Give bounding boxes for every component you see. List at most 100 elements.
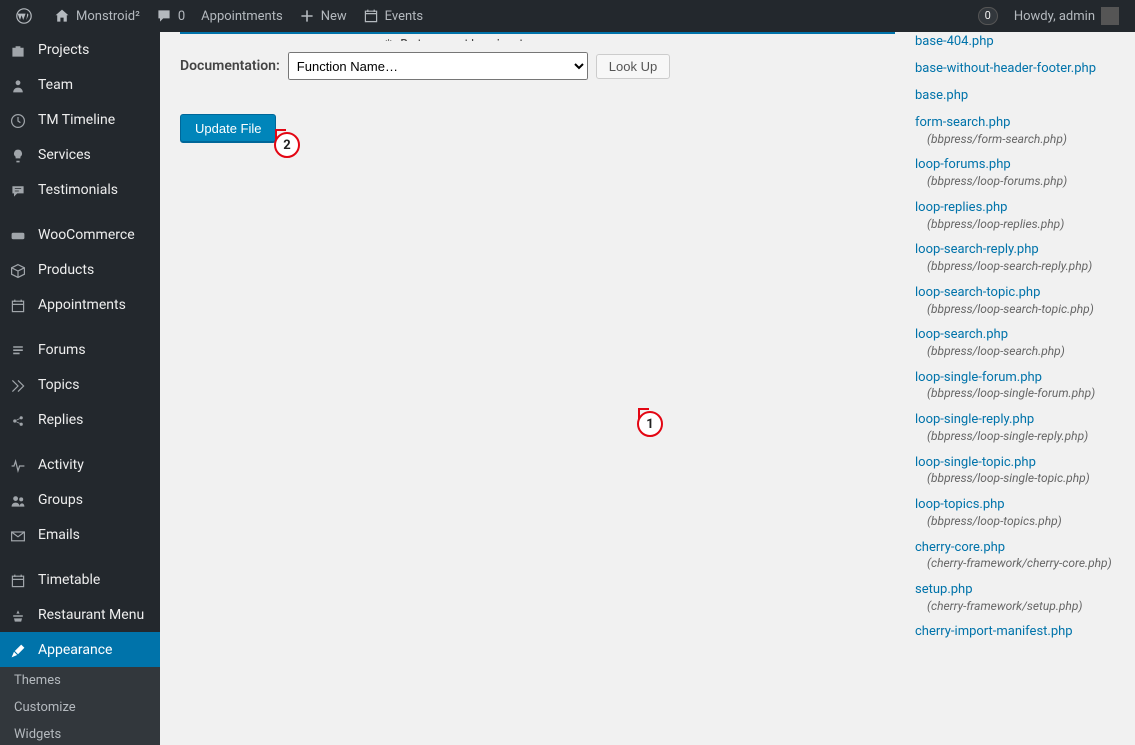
sidebar-item-activity[interactable]: Activity [0,447,160,482]
calendar-icon [10,570,30,589]
file-link[interactable]: loop-single-topic.php [915,455,1115,472]
brush-icon [10,640,30,659]
file-loop-search-reply-php: loop-search-reply.php(bbpress/loop-searc… [915,242,1115,274]
sidebar-item-services[interactable]: Services [0,137,160,172]
sidebar-item-appointments[interactable]: Appointments [0,287,160,322]
clock-icon [10,110,30,129]
portfolio-icon [10,40,30,59]
file-link[interactable]: base-without-header-footer.php [915,61,1115,78]
sidebar-item-forums[interactable]: Forums [0,332,160,367]
notifications[interactable]: 0 [966,0,1006,32]
site-name[interactable]: Monstroid² [46,0,148,32]
update-file-button[interactable]: Update File [180,114,276,143]
sidebar-item-timetable[interactable]: Timetable [0,562,160,597]
sidebar-item-testimonials[interactable]: Testimonials [0,172,160,207]
file-cherry-import-manifest-php: cherry-import-manifest.php [915,624,1115,641]
woo-icon [10,225,30,244]
sidebar-item-products[interactable]: Products [0,252,160,287]
wp-logo[interactable] [8,0,46,32]
documentation-label: Documentation: [180,58,280,74]
file-link[interactable]: base-404.php [915,34,1115,51]
code-editor[interactable]: * Returns the instance. * * @since 1.0.0… [180,32,895,34]
menu-icon [10,605,30,624]
mail-icon [10,525,30,544]
file-path: (bbpress/loop-search-reply.php) [915,259,1115,275]
testimonial-icon [10,180,30,199]
file-link[interactable]: loop-search-reply.php [915,242,1115,259]
submenu-themes[interactable]: Themes [0,667,160,694]
file-link[interactable]: form-search.php [915,115,1115,132]
toolbar-new[interactable]: New [291,0,355,32]
replies-icon [10,410,30,429]
comment-icon [156,8,172,24]
activity-icon [10,455,30,474]
account-menu[interactable]: Howdy, admin [1006,0,1127,32]
howdy-label: Howdy, admin [1014,9,1095,24]
sidebar-item-restaurant-menu[interactable]: Restaurant Menu [0,597,160,632]
file-link[interactable]: loop-search-topic.php [915,285,1115,302]
admin-sidebar: ProjectsTeamTM TimelineServicesTestimoni… [0,32,160,745]
file-loop-replies-php: loop-replies.php(bbpress/loop-replies.ph… [915,200,1115,232]
file-base-without-header-footer-php: base-without-header-footer.php [915,61,1115,78]
sidebar-item-emails[interactable]: Emails [0,517,160,552]
topics-icon [10,375,30,394]
sidebar-item-projects[interactable]: Projects [0,32,160,67]
calendar-icon [10,295,30,314]
editor-area: * Returns the instance. * * @since 1.0.0… [180,32,895,725]
file-link[interactable]: cherry-import-manifest.php [915,624,1115,641]
function-select[interactable]: Function Name… [288,52,588,80]
sidebar-item-topics[interactable]: Topics [0,367,160,402]
sidebar-item-replies[interactable]: Replies [0,402,160,437]
plus-icon [299,8,315,24]
comments-count: 0 [178,9,185,24]
comments[interactable]: 0 [148,0,193,32]
file-form-search-php: form-search.php(bbpress/form-search.php) [915,115,1115,147]
file-link[interactable]: loop-single-forum.php [915,370,1115,387]
file-link[interactable]: loop-replies.php [915,200,1115,217]
site-name-label: Monstroid² [76,9,140,24]
file-cherry-core-php: cherry-core.php(cherry-framework/cherry-… [915,540,1115,572]
file-path: (bbpress/loop-replies.php) [915,217,1115,233]
sidebar-item-team[interactable]: Team [0,67,160,102]
file-loop-forums-php: loop-forums.php(bbpress/loop-forums.php) [915,157,1115,189]
submenu-widgets[interactable]: Widgets [0,721,160,745]
file-path: (cherry-framework/setup.php) [915,599,1115,615]
file-link[interactable]: loop-search.php [915,327,1115,344]
annotation-1: 1 [637,411,663,437]
toolbar-appointments[interactable]: Appointments [193,0,291,32]
sidebar-item-tm-timeline[interactable]: TM Timeline [0,102,160,137]
file-link[interactable]: loop-topics.php [915,497,1115,514]
admin-toolbar: Monstroid² 0 Appointments New Events 0 H… [0,0,1135,32]
file-link[interactable]: loop-single-reply.php [915,412,1115,429]
look-up-button[interactable]: Look Up [596,54,670,79]
file-link[interactable]: loop-forums.php [915,157,1115,174]
file-path: (bbpress/loop-search.php) [915,344,1115,360]
code-content: * Returns the instance. * * @since 1.0.0… [181,33,894,41]
team-icon [10,75,30,94]
file-loop-search-php: loop-search.php(bbpress/loop-search.php) [915,327,1115,359]
bulb-icon [10,145,30,164]
file-link[interactable]: base.php [915,88,1115,105]
groups-icon [10,490,30,509]
toolbar-events[interactable]: Events [355,0,431,32]
file-base-404-php: base-404.php [915,34,1115,51]
home-icon [54,8,70,24]
file-path: (bbpress/loop-single-topic.php) [915,471,1115,487]
file-path: (bbpress/loop-single-forum.php) [915,386,1115,402]
file-base-php: base.php [915,88,1115,105]
wordpress-icon [16,8,32,24]
sidebar-item-groups[interactable]: Groups [0,482,160,517]
file-path: (cherry-framework/cherry-core.php) [915,556,1115,572]
file-path: (bbpress/loop-search-topic.php) [915,302,1115,318]
annotation-2: 2 [274,132,300,158]
file-path: (bbpress/form-search.php) [915,132,1115,148]
file-link[interactable]: cherry-core.php [915,540,1115,557]
forums-icon [10,340,30,359]
submenu-customize[interactable]: Customize [0,694,160,721]
file-path: (bbpress/loop-single-reply.php) [915,429,1115,445]
sidebar-appearance[interactable]: Appearance [0,632,160,667]
sidebar-item-woocommerce[interactable]: WooCommerce [0,217,160,252]
file-link[interactable]: setup.php [915,582,1115,599]
file-path: (bbpress/loop-topics.php) [915,514,1115,530]
box-icon [10,260,30,279]
